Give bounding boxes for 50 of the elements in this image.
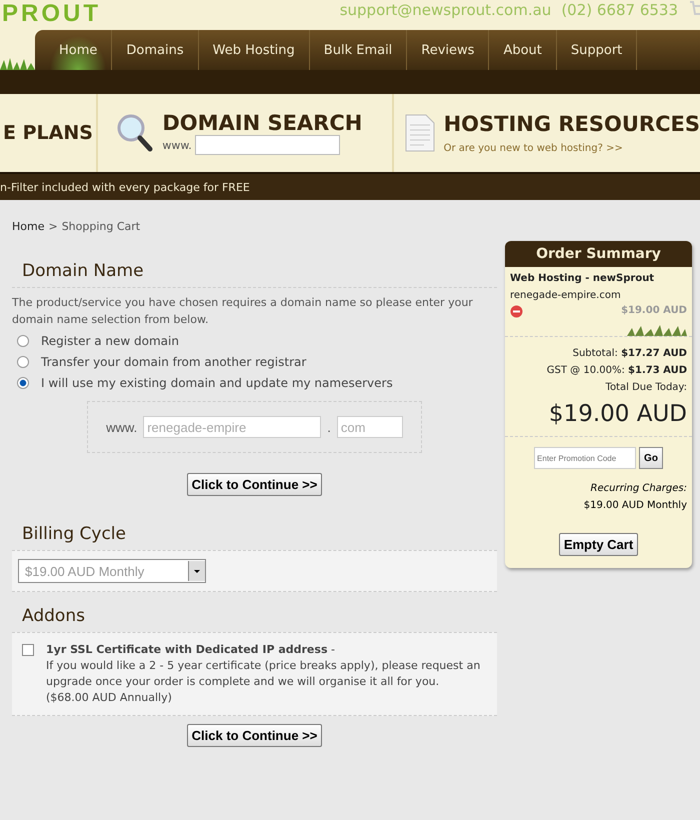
subtotal-label: Subtotal: — [572, 348, 618, 359]
radio-button[interactable] — [17, 334, 29, 346]
product-domain: renegade-empire.com — [510, 290, 622, 301]
continue-button[interactable]: Click to Continue >> — [186, 724, 322, 747]
promo-ticker: n-Filter included with every package for FREE — [0, 180, 250, 194]
section-heading: Domain Name — [22, 261, 145, 283]
product-name: Web Hosting - newSprout — [510, 273, 656, 284]
gst-value: $1.73 AUD — [628, 365, 687, 376]
www-label: www. — [106, 420, 138, 434]
addon-price: ($68.00 AUD Annually) — [46, 690, 173, 706]
total-due-label: Total Due Today: — [604, 381, 687, 395]
total-due-amount: $19.00 AUD — [548, 400, 687, 429]
hosting-resources-heading: HOSTING RESOURCES — [444, 112, 700, 136]
grass-drawing — [0, 56, 35, 70]
radio-label[interactable]: Register a new domain — [41, 334, 179, 348]
document-icon — [404, 113, 436, 153]
product-price: $19.00 AUD — [621, 305, 687, 318]
recurring-label: Recurring Charges: — [590, 483, 687, 494]
section-heading: Addons — [22, 606, 86, 628]
addon-description: If you would like a 2 - 5 year certificate (price breaks apply), please request an upgrade once your order is complete and we will organise it all for you. — [46, 658, 482, 690]
domain-search-field[interactable] — [194, 135, 340, 155]
go-button[interactable]: Go — [639, 447, 663, 469]
dot-separator: . — [327, 420, 331, 434]
addon-dash: - — [331, 643, 335, 656]
hosting-help-link[interactable]: Or are you new to web hosting? >> — [444, 142, 623, 154]
recurring-amount: $19.00 AUD Monthly — [582, 500, 687, 511]
addon-checkbox[interactable] — [22, 644, 34, 656]
radio-label[interactable]: Transfer your domain from another registrar — [41, 354, 306, 368]
breadcrumb-home[interactable]: Home — [12, 220, 44, 233]
breadcrumb-separator: > — [48, 220, 58, 233]
subtotal-value: $17.27 AUD — [621, 348, 687, 359]
section-heading: Billing Cycle — [22, 524, 127, 546]
continue-button[interactable]: Click to Continue >> — [186, 473, 322, 496]
addon-name: 1yr SSL Certificate with Dedicated IP address — [46, 643, 328, 656]
gst-label: GST @ 10.00%: — [546, 365, 625, 376]
radio-button[interactable] — [17, 376, 29, 388]
breadcrumb-current: Shopping Cart — [62, 220, 140, 233]
order-summary-title: Order Summary — [505, 241, 692, 267]
plans-heading: E PLANS — [3, 122, 93, 144]
remove-icon[interactable] — [510, 305, 523, 318]
domain-search-heading: DOMAIN SEARCH — [162, 111, 362, 135]
www-label: www. — [162, 138, 192, 152]
phone-number: (02) 6687 6533 — [561, 2, 678, 18]
domain-intro-text: The product/service you have chosen requires a domain name so please enter your domain name selection from below. — [12, 287, 497, 328]
radio-label[interactable]: I will use my existing domain and update my nameservers — [41, 376, 393, 390]
empty-cart-button[interactable]: Empty Cart — [558, 533, 638, 556]
radio-button[interactable] — [17, 356, 29, 368]
grass-drawing — [627, 324, 687, 336]
promo-code-field[interactable]: Enter Promotion Code — [534, 447, 636, 469]
search-icon — [116, 113, 154, 153]
